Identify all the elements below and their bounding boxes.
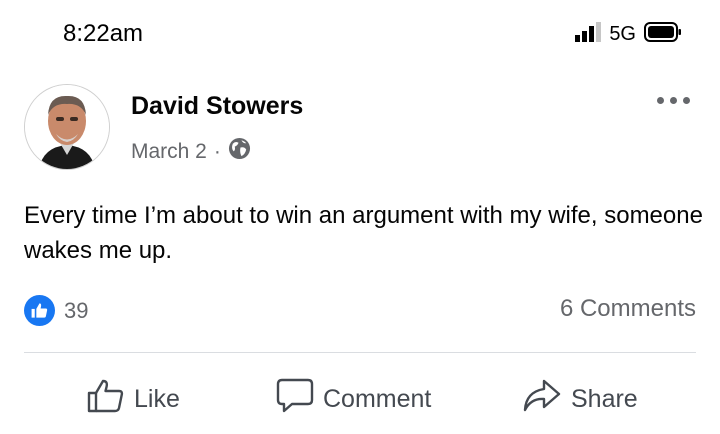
share-arrow-icon	[522, 378, 562, 421]
avatar[interactable]	[24, 84, 110, 170]
globe-icon	[228, 137, 251, 166]
reaction-summary[interactable]: 39	[24, 295, 88, 326]
like-count: 39	[64, 297, 89, 323]
signal-bars-icon	[575, 21, 602, 47]
comments-count[interactable]: 6 Comments	[560, 295, 696, 323]
thumbs-up-icon	[87, 378, 125, 421]
meta-separator: ·	[213, 139, 221, 163]
comment-button[interactable]: Comment	[276, 378, 431, 421]
network-type: 5G	[609, 22, 636, 45]
status-indicators: 5G	[575, 21, 682, 47]
post-meta: March 2 ·	[131, 137, 251, 166]
post-date[interactable]: March 2	[131, 140, 207, 164]
post-text: Every time I’m about to win an argument …	[24, 202, 703, 264]
battery-icon	[644, 21, 682, 47]
comment-bubble-icon	[276, 378, 314, 421]
like-badge-icon	[24, 295, 55, 326]
divider	[24, 352, 696, 353]
share-button[interactable]: Share	[522, 378, 638, 421]
more-dots-icon[interactable]	[657, 97, 690, 104]
status-time: 8:22am	[63, 20, 144, 47]
author-name[interactable]: David Stowers	[131, 92, 303, 121]
share-label: Share	[571, 385, 638, 413]
comment-label: Comment	[323, 385, 432, 413]
like-button[interactable]: Like	[87, 378, 180, 421]
like-label: Like	[134, 385, 180, 413]
